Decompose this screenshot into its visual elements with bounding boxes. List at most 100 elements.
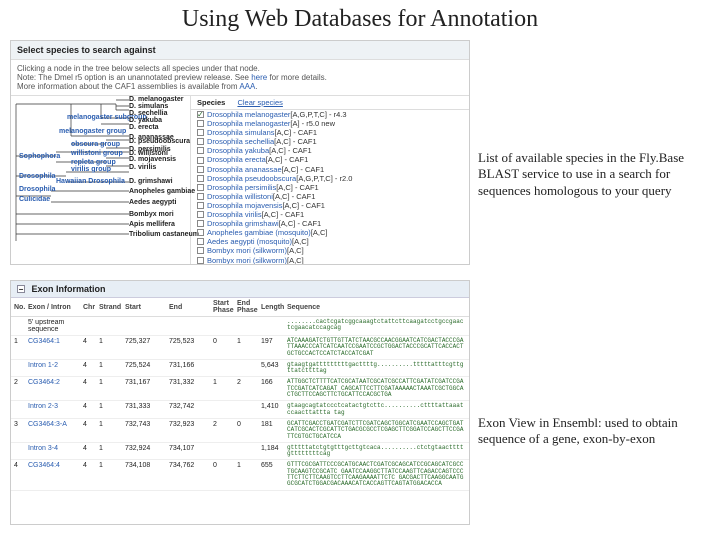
species-meta: [A,G,P,T,C] - r4.3 <box>290 110 346 119</box>
species-checkbox[interactable] <box>197 247 204 254</box>
tree-node[interactable]: D. virilis <box>129 164 156 171</box>
tree-node[interactable]: D. melanogaster <box>129 96 183 103</box>
tree-node[interactable]: D. erecta <box>129 124 159 131</box>
exon-link[interactable]: CG3464:1 <box>25 336 80 360</box>
tree-node[interactable]: Hawaiian Drosophila <box>56 178 125 185</box>
flybase-note: Clicking a node in the tree below select… <box>11 60 469 96</box>
col-chr: Chr <box>80 298 96 317</box>
species-name: Drosophila pseudoobscura <box>207 174 296 183</box>
col-start-phase: Start Phase <box>210 298 234 317</box>
species-name: Drosophila erecta <box>207 155 266 164</box>
tree-node[interactable]: Sophophora <box>19 153 60 160</box>
species-meta: [A,C] - CAF1 <box>269 146 312 155</box>
species-checkbox[interactable] <box>197 211 204 218</box>
species-checkbox[interactable] <box>197 229 204 236</box>
species-checkbox[interactable] <box>197 193 204 200</box>
tree-node[interactable]: D. simulans <box>129 103 168 110</box>
species-checkbox[interactable] <box>197 238 204 245</box>
table-row: Intron 3-441732,924734,1071,184gtttttatc… <box>11 442 469 460</box>
clear-species-link[interactable]: Clear species <box>237 98 282 107</box>
exon-link[interactable]: Intron 3-4 <box>25 442 80 460</box>
species-item[interactable]: Drosophila sechellia [A,C] - CAF1 <box>191 137 469 146</box>
col-length: Length <box>258 298 284 317</box>
species-item[interactable]: Drosophila yakuba [A,C] - CAF1 <box>191 146 469 155</box>
table-row: Intron 2-341731,333732,7421,410gtaagcagt… <box>11 401 469 419</box>
species-item[interactable]: Drosophila willistoni [A,C] - CAF1 <box>191 192 469 201</box>
tree-node[interactable]: Culicidae <box>19 196 50 203</box>
tree-node[interactable]: Tribolium castaneum <box>129 231 199 238</box>
species-item[interactable]: Drosophila pseudoobscura [A,G,P,T,C] - r… <box>191 174 469 183</box>
species-checkbox[interactable] <box>197 166 204 173</box>
species-meta: [A,C] - CAF1 <box>282 201 325 210</box>
table-row: 1CG3464:141725,327725,52301197ATCAAAGATC… <box>11 336 469 360</box>
tree-node[interactable]: D. yakuba <box>129 117 162 124</box>
species-checkbox[interactable] <box>197 138 204 145</box>
species-item[interactable]: Drosophila erecta [A,C] - CAF1 <box>191 155 469 164</box>
species-name: Drosophila persimilis <box>207 183 276 192</box>
page-title: Using Web Databases for Annotation <box>0 0 720 35</box>
exon-link[interactable]: Intron 2-3 <box>25 401 80 419</box>
sequence-text: GCATTCGACCTGATCGATCTTCGATCAGCTGGCATCGAAT… <box>287 421 466 440</box>
species-name: Drosophila melanogaster <box>207 110 290 119</box>
tree-node[interactable]: willistoni group <box>71 150 123 157</box>
tree-node[interactable]: obscura group <box>71 141 120 148</box>
species-checkbox[interactable] <box>197 184 204 191</box>
exon-info-header: − Exon Information <box>11 281 469 298</box>
species-item[interactable]: Bombyx mori (silkworm) [A,C] <box>191 256 469 265</box>
species-item[interactable]: Bombyx mori (silkworm) [A,C] <box>191 246 469 255</box>
species-checkbox[interactable] <box>197 175 204 182</box>
exon-link[interactable]: CG3464:2 <box>25 377 80 401</box>
phylogeny-tree[interactable]: D. melanogaster D. simulans D. sechellia… <box>11 96 191 265</box>
tree-node[interactable]: D. grimshawi <box>129 178 173 185</box>
tree-node[interactable]: virilis group <box>71 166 111 173</box>
tree-node[interactable]: D. pseudoobscura <box>129 138 190 145</box>
tree-node[interactable]: Anopheles gambiae <box>129 188 195 195</box>
species-name: Drosophila sechellia <box>207 137 274 146</box>
sequence-text: ATTGGCTCTTTTCATCGCATAATCGCATCGCCATTCGATA… <box>287 379 466 398</box>
tree-node[interactable]: Drosophila <box>19 186 56 193</box>
sequence-text: gtaagtgatttttttttgacttttg..........ttttt… <box>287 362 466 375</box>
tree-node[interactable]: repleta group <box>71 159 116 166</box>
species-checkbox[interactable] <box>197 147 204 154</box>
col-end-phase: End Phase <box>234 298 258 317</box>
species-checkbox[interactable] <box>197 202 204 209</box>
species-name: Bombyx mori (silkworm) <box>207 246 287 255</box>
species-item[interactable]: Anopheles gambiae (mosquito) [A,C] <box>191 228 469 237</box>
species-item[interactable]: Drosophila grimshawi [A,C] - CAF1 <box>191 219 469 228</box>
tree-node[interactable]: Aedes aegypti <box>129 199 176 206</box>
species-item[interactable]: Drosophila persimilis [A,C] - CAF1 <box>191 183 469 192</box>
col-no: No. <box>11 298 25 317</box>
exon-link[interactable]: CG3464:4 <box>25 460 80 490</box>
species-item[interactable]: Drosophila melanogaster [A,G,P,T,C] - r4… <box>191 110 469 119</box>
species-meta: [A,C] - CAF1 <box>279 219 322 228</box>
species-checkbox[interactable] <box>197 220 204 227</box>
species-checkbox[interactable] <box>197 157 204 164</box>
sequence-text: gtaagcagtatccctcatactgtcttc..........ctt… <box>287 403 466 416</box>
species-checkbox[interactable] <box>197 257 204 264</box>
tree-node[interactable]: Bombyx mori <box>129 211 174 218</box>
col-start: Start <box>122 298 166 317</box>
note-link-here[interactable]: here <box>251 73 267 82</box>
tree-node[interactable]: D. mojavensis <box>129 156 176 163</box>
species-name: Drosophila melanogaster <box>207 119 290 128</box>
sequence-text: ........cactcgatcggcaaagtctattcttcaagatc… <box>287 319 466 332</box>
species-checkbox[interactable] <box>197 129 204 136</box>
species-name: Drosophila mojavensis <box>207 201 282 210</box>
tree-node[interactable]: Drosophila <box>19 173 56 180</box>
species-item[interactable]: Drosophila melanogaster [A] - r5.0 new <box>191 119 469 128</box>
species-item[interactable]: Drosophila mojavensis [A,C] - CAF1 <box>191 201 469 210</box>
species-item[interactable]: Drosophila virilis [A,C] - CAF1 <box>191 210 469 219</box>
collapse-icon[interactable]: − <box>17 285 25 293</box>
species-meta: [A,C] <box>287 256 304 265</box>
note-link-aaa[interactable]: AAA <box>239 82 255 91</box>
species-item[interactable]: Drosophila simulans [A,C] - CAF1 <box>191 128 469 137</box>
exon-link[interactable]: CG3464:3-A <box>25 418 80 442</box>
exon-link[interactable]: Intron 1-2 <box>25 359 80 377</box>
species-col-header: Species <box>197 98 225 107</box>
species-item[interactable]: Drosophila ananassae [A,C] - CAF1 <box>191 165 469 174</box>
species-checkbox[interactable] <box>197 111 204 118</box>
species-item[interactable]: Aedes aegypti (mosquito) [A,C] <box>191 237 469 246</box>
species-checkbox[interactable] <box>197 120 204 127</box>
tree-node[interactable]: melanogaster group <box>59 128 126 135</box>
tree-node[interactable]: Apis mellifera <box>129 221 175 228</box>
